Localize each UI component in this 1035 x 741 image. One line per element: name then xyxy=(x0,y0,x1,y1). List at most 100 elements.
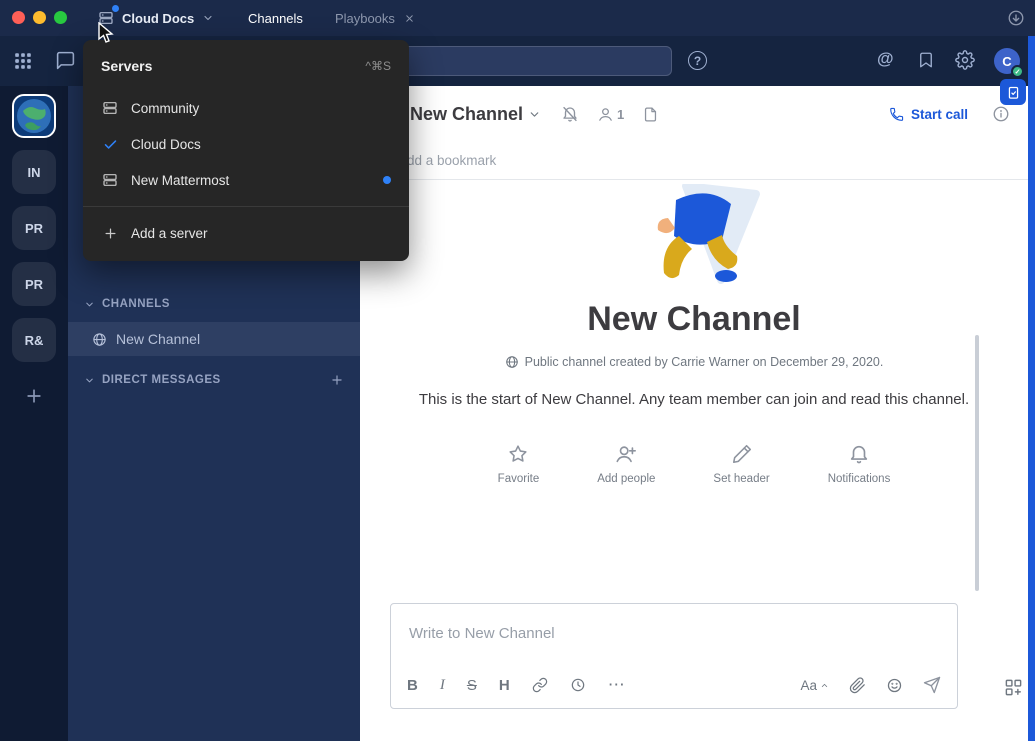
send-message-button[interactable] xyxy=(923,676,941,694)
product-switcher-icon[interactable] xyxy=(12,50,34,72)
main-content: New Channel 1 Start call Add a bookmark xyxy=(360,86,1028,741)
start-call-label: Start call xyxy=(911,107,968,122)
channel-intro-heading: New Channel xyxy=(360,300,1028,339)
window-controls xyxy=(12,11,67,24)
more-formatting-button[interactable]: ⋯ xyxy=(608,675,626,695)
plus-icon xyxy=(24,386,44,406)
close-tab-icon[interactable] xyxy=(404,13,415,24)
user-avatar[interactable]: C ✓ xyxy=(994,48,1020,74)
direct-messages-group-header[interactable]: DIRECT MESSAGES xyxy=(68,366,360,394)
channel-intro-illustration xyxy=(624,184,764,288)
mute-bell-off-icon[interactable] xyxy=(561,105,579,123)
add-bookmark-label: Add a bookmark xyxy=(398,153,496,168)
servers-menu-shortcut: ^⌘S xyxy=(365,59,391,73)
server-menu-item-new-mattermost[interactable]: New Mattermost xyxy=(83,162,409,198)
server-menu-item-community[interactable]: Community xyxy=(83,90,409,126)
favorite-label: Favorite xyxy=(498,473,540,485)
team-item[interactable]: PR xyxy=(12,262,56,306)
right-rail xyxy=(1028,36,1035,741)
channels-product-icon[interactable] xyxy=(55,50,76,71)
team-item[interactable]: IN xyxy=(12,150,56,194)
team-item[interactable]: R& xyxy=(12,318,56,362)
bell-icon xyxy=(848,443,870,465)
help-glyph: ? xyxy=(694,54,701,68)
strikethrough-button[interactable]: S xyxy=(467,677,477,694)
team-initials: PR xyxy=(25,221,43,236)
update-download-icon[interactable] xyxy=(1007,9,1025,27)
user-initial: C xyxy=(1002,54,1011,69)
message-input[interactable] xyxy=(391,604,957,662)
help-button[interactable]: ? xyxy=(688,51,707,70)
settings-gear-icon[interactable] xyxy=(955,50,975,70)
globe-icon xyxy=(92,332,107,347)
italic-button[interactable]: I xyxy=(440,677,445,694)
add-direct-message-icon[interactable] xyxy=(330,373,344,387)
channel-header: New Channel 1 Start call xyxy=(360,86,1028,142)
direct-messages-group-label: DIRECT MESSAGES xyxy=(102,374,221,386)
composer-toolbar: B I S H ⋯ Aa xyxy=(391,662,957,708)
favorite-button[interactable]: Favorite xyxy=(498,443,540,485)
add-server-button[interactable]: Add a server xyxy=(83,215,409,251)
server-menu-item-cloud-docs[interactable]: Cloud Docs xyxy=(83,126,409,162)
add-people-label: Add people xyxy=(597,473,655,485)
formatting-toggle-label: Aa xyxy=(800,678,817,693)
server-unread-dot xyxy=(112,5,119,12)
channel-meta-text: Public channel created by Carrie Warner … xyxy=(525,355,884,369)
titlebar: Cloud Docs Channels Playbooks xyxy=(0,0,1035,36)
tab-channels-label: Channels xyxy=(248,11,303,26)
team-initials: IN xyxy=(28,165,41,180)
tab-playbooks-label: Playbooks xyxy=(335,11,395,26)
channel-intro-actions: Favorite Add people Set header Notificat… xyxy=(360,443,1028,485)
set-header-label: Set header xyxy=(713,473,769,485)
app-tabs: Channels Playbooks xyxy=(232,0,431,36)
team-item-active[interactable] xyxy=(12,94,56,138)
phone-icon xyxy=(889,107,904,122)
set-header-button[interactable]: Set header xyxy=(713,443,769,485)
members-button[interactable]: 1 xyxy=(597,106,624,123)
chevron-down-icon xyxy=(84,375,95,386)
tab-playbooks[interactable]: Playbooks xyxy=(319,0,431,36)
add-team-button[interactable] xyxy=(12,374,56,418)
saved-posts-icon[interactable] xyxy=(917,51,935,69)
minimize-window-button[interactable] xyxy=(33,11,46,24)
bookmarks-bar[interactable]: Add a bookmark xyxy=(360,142,1028,180)
channel-info-icon[interactable] xyxy=(992,105,1010,123)
notifications-label: Notifications xyxy=(828,473,891,485)
channel-title-button[interactable]: New Channel xyxy=(410,104,541,125)
playbooks-clipboard-icon[interactable] xyxy=(1000,79,1026,105)
chevron-down-icon xyxy=(84,299,95,310)
attachment-paperclip-icon[interactable] xyxy=(849,677,866,694)
globe-team-icon xyxy=(15,97,53,135)
close-window-button[interactable] xyxy=(12,11,25,24)
tab-channels[interactable]: Channels xyxy=(232,0,319,36)
server-item-label: Community xyxy=(131,101,199,116)
member-icon xyxy=(597,106,614,123)
channels-group-header[interactable]: CHANNELS xyxy=(68,290,360,318)
plus-icon xyxy=(101,226,119,241)
server-item-label: Cloud Docs xyxy=(131,137,201,152)
bold-button[interactable]: B xyxy=(407,677,418,694)
add-people-button[interactable]: Add people xyxy=(597,443,655,485)
mentions-icon[interactable]: @ xyxy=(877,49,894,69)
server-icon xyxy=(101,100,119,116)
formatting-toggle-button[interactable]: Aa xyxy=(800,678,829,693)
servers-menu-header: Servers ^⌘S xyxy=(83,54,409,90)
apps-grid-icon[interactable] xyxy=(1004,678,1023,697)
clock-icon[interactable] xyxy=(570,677,586,693)
notifications-button[interactable]: Notifications xyxy=(828,443,891,485)
emoji-picker-icon[interactable] xyxy=(886,677,903,694)
chevron-down-icon xyxy=(528,108,541,121)
zoom-window-button[interactable] xyxy=(54,11,67,24)
scrollbar[interactable] xyxy=(975,335,979,591)
team-item[interactable]: PR xyxy=(12,206,56,250)
chevron-down-icon xyxy=(202,12,214,24)
heading-button[interactable]: H xyxy=(499,677,510,694)
sidebar-item-new-channel[interactable]: New Channel xyxy=(68,322,360,356)
online-status-badge: ✓ xyxy=(1011,65,1024,78)
pinned-files-icon[interactable] xyxy=(642,106,659,123)
channel-title-label: New Channel xyxy=(410,104,523,125)
chevron-up-icon xyxy=(820,681,829,690)
start-call-button[interactable]: Start call xyxy=(889,107,968,122)
team-initials: R& xyxy=(25,333,44,348)
link-icon[interactable] xyxy=(532,677,548,693)
